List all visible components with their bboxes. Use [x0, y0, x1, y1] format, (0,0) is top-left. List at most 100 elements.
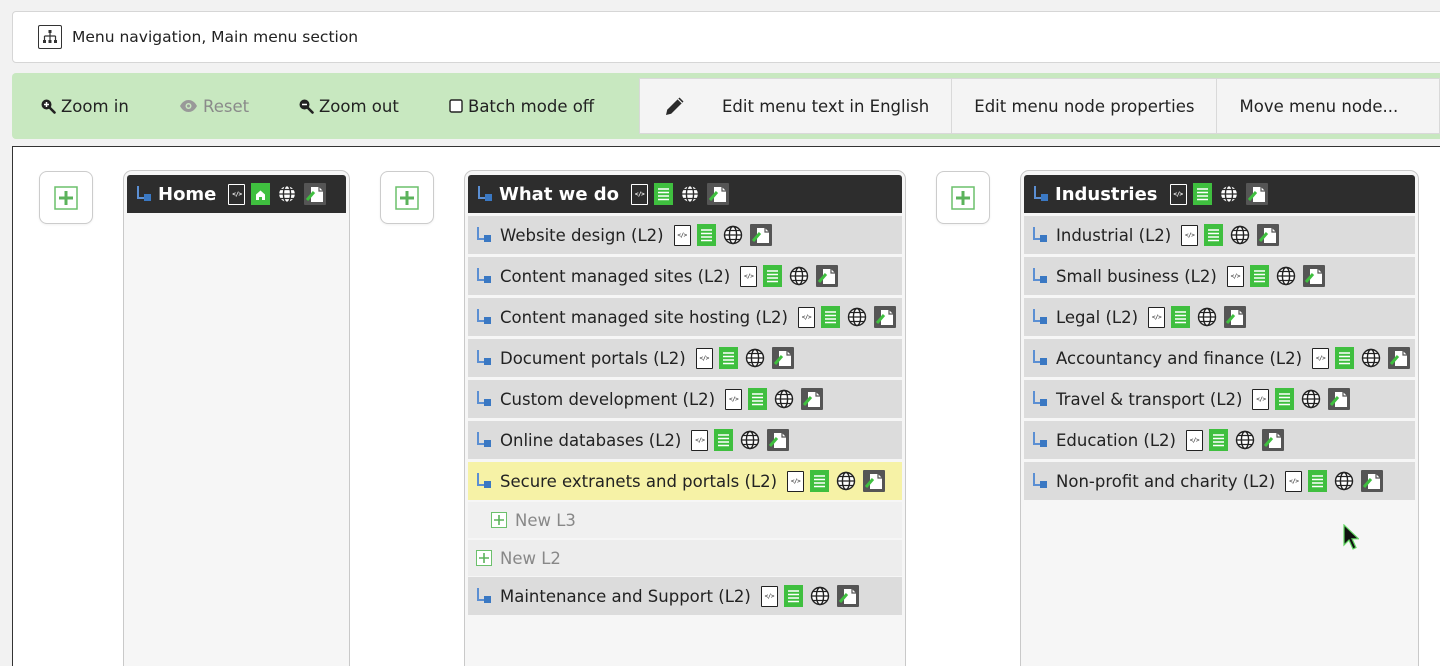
add-page-icon[interactable] — [836, 585, 859, 607]
code-icon[interactable]: </> — [1312, 347, 1330, 369]
add-page-icon[interactable] — [1328, 388, 1351, 410]
add-page-icon[interactable] — [1361, 470, 1384, 492]
code-icon[interactable]: </> — [725, 388, 743, 410]
add-page-icon[interactable] — [749, 224, 772, 246]
add-column-button[interactable] — [936, 171, 990, 224]
code-icon[interactable]: </> — [695, 347, 713, 369]
add-page-icon[interactable] — [1302, 265, 1325, 287]
page-icon[interactable] — [1208, 429, 1228, 451]
page-icon[interactable] — [820, 306, 840, 328]
edit-node-properties-button[interactable]: Edit menu node properties — [952, 78, 1218, 134]
globe-icon[interactable] — [679, 183, 702, 205]
add-page-icon[interactable] — [1245, 183, 1268, 205]
globe-icon[interactable] — [846, 306, 868, 328]
code-icon[interactable]: </> — [1181, 224, 1199, 246]
column-header[interactable]: What we do </> — [468, 175, 902, 213]
add-l3-item[interactable]: New L3 — [468, 502, 902, 538]
add-page-icon[interactable] — [873, 306, 896, 328]
menu-node-row[interactable]: Online databases (L2) </> — [468, 421, 902, 459]
page-icon[interactable] — [1275, 388, 1295, 410]
page-icon[interactable] — [748, 388, 768, 410]
menu-node-row[interactable]: Small business (L2) </> — [1024, 257, 1415, 295]
globe-icon[interactable] — [1275, 265, 1297, 287]
globe-icon[interactable] — [1234, 429, 1256, 451]
code-icon[interactable]: </> — [1285, 470, 1303, 492]
add-page-icon[interactable] — [771, 347, 794, 369]
globe-icon[interactable] — [722, 224, 744, 246]
add-page-icon[interactable] — [707, 183, 730, 205]
globe-icon[interactable] — [1360, 347, 1382, 369]
code-icon[interactable]: </> — [797, 306, 815, 328]
page-icon[interactable] — [1308, 470, 1328, 492]
globe-icon[interactable] — [773, 388, 795, 410]
code-icon[interactable]: </> — [1252, 388, 1270, 410]
page-icon[interactable] — [1171, 306, 1191, 328]
code-icon[interactable]: </> — [691, 429, 709, 451]
page-icon[interactable] — [763, 265, 783, 287]
zoom-in-button[interactable]: Zoom in — [40, 73, 129, 139]
add-page-icon[interactable] — [767, 429, 790, 451]
column-header[interactable]: Home </> — [127, 175, 346, 213]
page-icon[interactable] — [1335, 347, 1355, 369]
page-icon[interactable] — [718, 347, 738, 369]
add-page-icon[interactable] — [1388, 347, 1411, 369]
page-icon[interactable] — [810, 470, 830, 492]
add-page-icon[interactable] — [816, 265, 839, 287]
menu-node-row[interactable]: Education (L2) </> — [1024, 421, 1415, 459]
page-icon[interactable] — [1192, 183, 1212, 205]
edit-menu-text-button[interactable]: Edit menu text in English — [710, 78, 953, 134]
globe-icon[interactable] — [1333, 470, 1355, 492]
menu-node-row[interactable]: Travel & transport (L2) </> — [1024, 380, 1415, 418]
batch-mode-toggle[interactable]: Batch mode off — [449, 73, 594, 139]
globe-icon[interactable] — [1300, 388, 1322, 410]
globe-icon[interactable] — [276, 183, 299, 205]
menu-node-row[interactable]: Content managed sites (L2) </> — [468, 257, 902, 295]
code-icon[interactable]: </> — [1169, 183, 1187, 205]
menu-node-row[interactable]: Non-profit and charity (L2) </> — [1024, 462, 1415, 500]
globe-icon[interactable] — [809, 585, 831, 607]
menu-node-row[interactable]: Industrial (L2) </> — [1024, 216, 1415, 254]
menu-node-row[interactable]: Content managed site hosting (L2) </> — [468, 298, 902, 336]
page-icon[interactable] — [696, 224, 716, 246]
add-page-icon[interactable] — [1224, 306, 1247, 328]
menu-node-row[interactable]: Secure extranets and portals (L2) </> — [468, 462, 902, 500]
code-icon[interactable]: </> — [228, 183, 246, 205]
globe-icon[interactable] — [788, 265, 810, 287]
page-icon[interactable] — [1204, 224, 1224, 246]
column-header[interactable]: Industries </> — [1024, 175, 1415, 213]
menu-node-row[interactable]: Custom development (L2) </> — [468, 380, 902, 418]
page-icon[interactable] — [654, 183, 674, 205]
code-icon[interactable]: </> — [1226, 265, 1244, 287]
menu-node-row[interactable]: Maintenance and Support (L2) </> — [468, 577, 902, 615]
add-column-button[interactable] — [39, 171, 93, 224]
menu-node-row[interactable]: Document portals (L2) </> — [468, 339, 902, 377]
add-page-icon[interactable] — [801, 388, 824, 410]
globe-icon[interactable] — [1229, 224, 1251, 246]
reset-button[interactable]: Reset — [179, 73, 249, 139]
globe-icon[interactable] — [744, 347, 766, 369]
add-page-icon[interactable] — [863, 470, 886, 492]
globe-icon[interactable] — [835, 470, 857, 492]
code-icon[interactable]: </> — [631, 183, 649, 205]
add-page-icon[interactable] — [304, 183, 327, 205]
zoom-out-button[interactable]: Zoom out — [298, 73, 399, 139]
page-icon[interactable] — [783, 585, 803, 607]
add-page-icon[interactable] — [1257, 224, 1280, 246]
page-icon[interactable] — [714, 429, 734, 451]
menu-node-row[interactable]: Accountancy and finance (L2) </> — [1024, 339, 1415, 377]
code-icon[interactable]: </> — [1185, 429, 1203, 451]
add-column-button[interactable] — [380, 171, 434, 224]
add-l2-item[interactable]: New L2 — [468, 540, 902, 576]
code-icon[interactable]: </> — [740, 265, 758, 287]
code-icon[interactable]: </> — [760, 585, 778, 607]
code-icon[interactable]: </> — [673, 224, 691, 246]
menu-node-row[interactable]: Website design (L2) </> — [468, 216, 902, 254]
add-page-icon[interactable] — [1261, 429, 1284, 451]
code-icon[interactable]: </> — [1148, 306, 1166, 328]
page-icon[interactable] — [1249, 265, 1269, 287]
globe-icon[interactable] — [1217, 183, 1240, 205]
home-page-icon[interactable] — [251, 183, 271, 205]
move-node-button[interactable]: Move menu node... — [1217, 78, 1420, 134]
menu-node-row[interactable]: Legal (L2) </> — [1024, 298, 1415, 336]
globe-icon[interactable] — [739, 429, 761, 451]
